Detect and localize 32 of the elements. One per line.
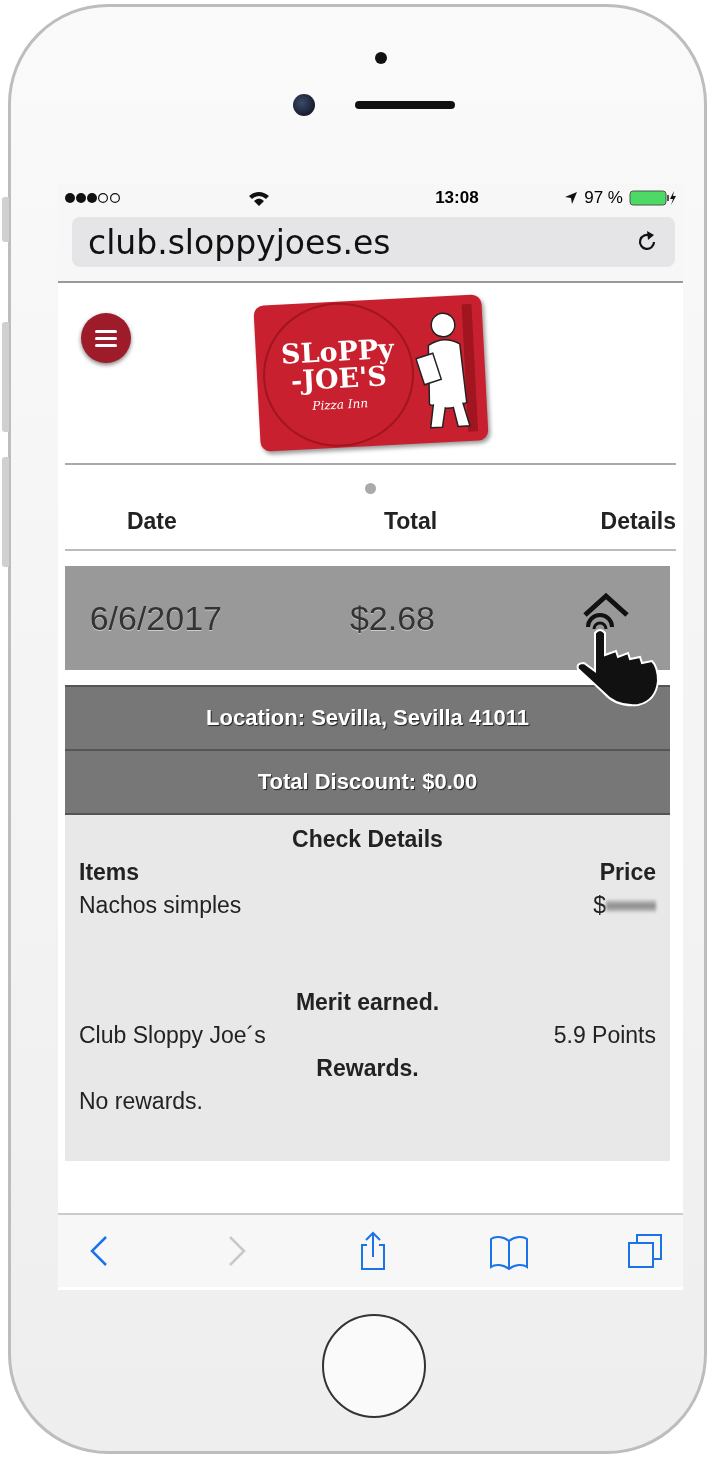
item-price: $ (593, 891, 606, 920)
menu-button[interactable] (81, 313, 131, 363)
rewards-text: No rewards. (79, 1087, 204, 1116)
merit-points: 5.9 Points (553, 1021, 656, 1050)
battery-percent: 97 % (584, 188, 623, 208)
section-title: Merit earned. (294, 988, 441, 1017)
price-heading: Price (599, 858, 656, 887)
location-bar: Location: Sevilla, Sevilla 41011 (65, 685, 670, 751)
column-header: Details (600, 508, 676, 535)
total-text: $2.68 (349, 598, 436, 638)
section-title: Rewards. (315, 1054, 420, 1083)
status-time: 13:08 (435, 188, 479, 208)
transaction-row[interactable]: 6/6/2017 $2.68 (65, 566, 670, 670)
address-bar[interactable]: club.sloppyjoes.es (72, 217, 675, 267)
page-indicator-dot (365, 483, 376, 494)
column-header: Date (126, 508, 177, 535)
battery-charging-icon (628, 189, 677, 207)
logo-tagline: Pizza Inn (311, 396, 368, 414)
sensor-icon (375, 52, 387, 64)
date-text: 6/6/2017 (89, 598, 222, 638)
signal-icon (64, 192, 122, 204)
items-heading: Items (79, 858, 140, 887)
section-title: Check Details (291, 825, 444, 854)
redaction-blur (606, 899, 656, 912)
wifi-icon (247, 190, 270, 206)
column-header: Total (383, 508, 438, 535)
chevron-up-icon[interactable] (582, 592, 630, 618)
item-name: Nachos simples (79, 891, 242, 920)
location-arrow-icon (564, 191, 579, 205)
merit-name: Club Sloppy Joe´s (79, 1021, 266, 1050)
discount-bar: Total Discount: $0.00 (65, 751, 670, 815)
camera-icon (293, 94, 315, 116)
